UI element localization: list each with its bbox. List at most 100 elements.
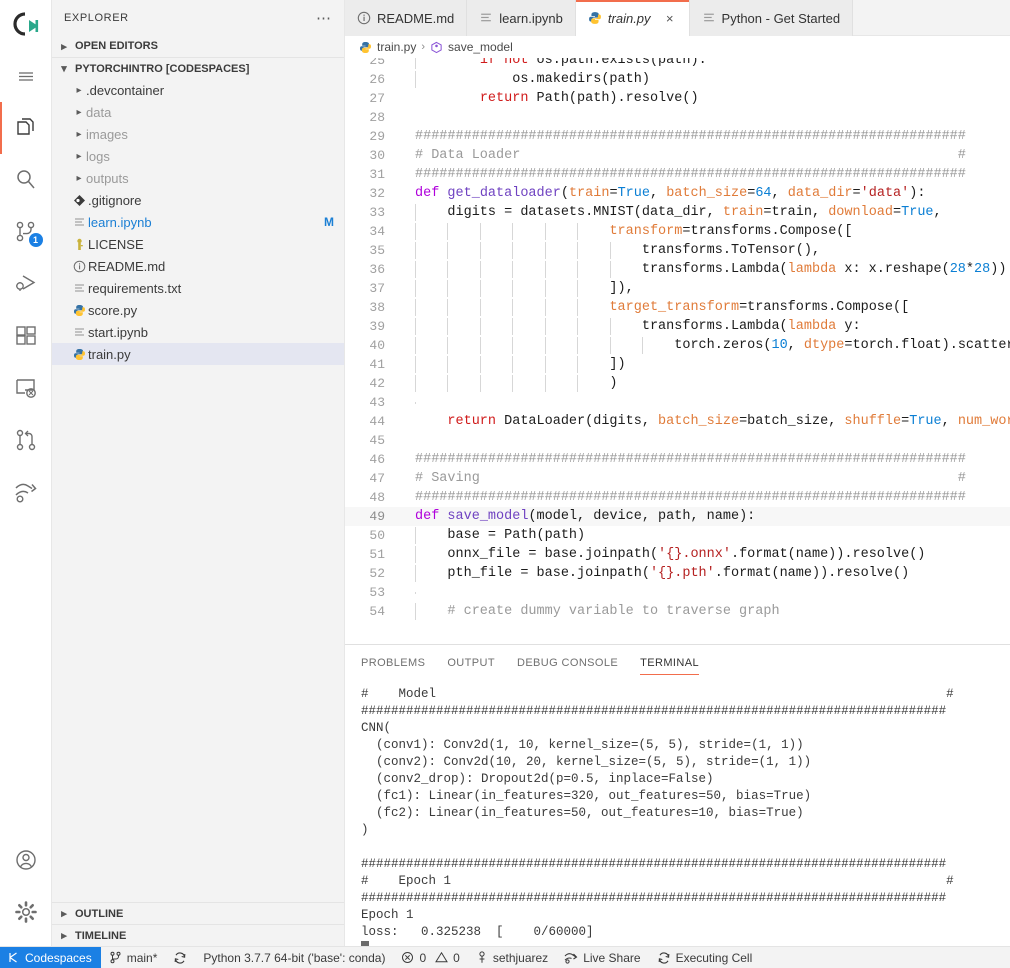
- open-editors-section[interactable]: ▸ OPEN EDITORS: [52, 35, 344, 57]
- sidebar-more-actions-icon[interactable]: ⋯: [316, 9, 332, 27]
- panel-tab-terminal[interactable]: TERMINAL: [640, 645, 699, 680]
- close-icon[interactable]: ×: [663, 11, 677, 26]
- settings-gear-icon[interactable]: [0, 886, 52, 938]
- terminal-line: CNN(: [361, 721, 392, 735]
- code-line-text: return Path(path).resolve(): [401, 91, 699, 106]
- explorer-sidebar: EXPLORER ⋯ ▸ OPEN EDITORS ▾ PYTORCHINTRO…: [52, 0, 345, 946]
- chevron-right-icon: ▸: [61, 908, 67, 920]
- code-line[interactable]: 26 os.makedirs(path): [345, 70, 1010, 89]
- indent-guide: [544, 318, 546, 335]
- code-line[interactable]: 31 ######################################…: [345, 165, 1010, 184]
- code-line[interactable]: 39 transforms.Lambda(lambda y:: [345, 317, 1010, 336]
- code-line[interactable]: 30 # Data Loader #: [345, 146, 1010, 165]
- tree-file-license[interactable]: LICENSE: [52, 233, 344, 255]
- code-line[interactable]: 50 base = Path(path): [345, 526, 1010, 545]
- status-kernel[interactable]: Executing Cell: [649, 947, 761, 968]
- code-line[interactable]: 40 torch.zeros(10, dtype=torch.float).sc…: [345, 336, 1010, 355]
- tree-file-train-py[interactable]: train.py: [52, 343, 344, 365]
- source-control-icon[interactable]: 1: [0, 206, 52, 258]
- code-line[interactable]: 41 ]): [345, 355, 1010, 374]
- indent-guide: [447, 337, 449, 354]
- status-live-share[interactable]: Live Share: [556, 947, 648, 968]
- code-line[interactable]: 38 target_transform=transforms.Compose([: [345, 298, 1010, 317]
- code-line[interactable]: 37 ]),: [345, 279, 1010, 298]
- code-token: # Data Loader #: [415, 148, 966, 163]
- terminal-output[interactable]: # Model # ###############################…: [345, 680, 1010, 946]
- tree-folder-outputs[interactable]: ▸ outputs: [52, 167, 344, 189]
- code-line[interactable]: 33 digits = datasets.MNIST(data_dir, tra…: [345, 203, 1010, 222]
- tree-file-start-ipynb[interactable]: start.ipynb: [52, 321, 344, 343]
- breadcrumb-symbol[interactable]: save_model: [448, 40, 513, 54]
- indent-guide: [447, 223, 449, 240]
- tree-folder-logs[interactable]: ▸ logs: [52, 145, 344, 167]
- indent-guide: [512, 261, 514, 278]
- code-line[interactable]: 51 onnx_file = base.joinpath('{}.onnx'.f…: [345, 545, 1010, 564]
- status-account[interactable]: sethjuarez: [468, 947, 556, 968]
- tree-file-readme[interactable]: README.md: [52, 255, 344, 277]
- tab-learn-ipynb[interactable]: learn.ipynb: [467, 0, 576, 36]
- panel-tab-problems[interactable]: PROBLEMS: [361, 645, 425, 680]
- code-line[interactable]: 46 ######################################…: [345, 450, 1010, 469]
- tab-train-py[interactable]: train.py ×: [575, 0, 690, 36]
- tree-file-score-py[interactable]: score.py: [52, 299, 344, 321]
- code-token: 'data': [860, 186, 910, 201]
- status-sync[interactable]: [165, 947, 195, 968]
- panel-tab-output[interactable]: OUTPUT: [447, 645, 495, 680]
- code-line[interactable]: 28: [345, 108, 1010, 127]
- extensions-icon[interactable]: [0, 310, 52, 362]
- live-share-icon[interactable]: [0, 466, 52, 518]
- code-token: # create dummy variable to traverse grap…: [415, 604, 780, 619]
- tree-file-requirements[interactable]: requirements.txt: [52, 277, 344, 299]
- tree-folder-data[interactable]: ▸ data: [52, 101, 344, 123]
- timeline-section[interactable]: ▸ TIMELINE: [52, 924, 344, 946]
- line-number: 29: [369, 129, 385, 144]
- project-folder-section[interactable]: ▾ PYTORCHINTRO [CODESPACES]: [52, 57, 344, 79]
- indent-guide: [512, 242, 514, 259]
- info-file-icon: [357, 11, 371, 25]
- code-line[interactable]: 47 # Saving #: [345, 469, 1010, 488]
- code-line[interactable]: 35 transforms.ToTensor(),: [345, 241, 1010, 260]
- code-editor[interactable]: 25 if not os.path.exists(path): 26 os.mak…: [345, 58, 1010, 644]
- code-token: True: [617, 186, 650, 201]
- panel-tab-debug-console[interactable]: DEBUG CONSOLE: [517, 645, 618, 680]
- line-number: 50: [369, 528, 385, 543]
- tab-python-get-started[interactable]: Python - Get Started: [689, 0, 854, 36]
- tree-file-learn-ipynb[interactable]: learn.ipynb M: [52, 211, 344, 233]
- code-line[interactable]: 52 pth_file = base.joinpath('{}.pth'.for…: [345, 564, 1010, 583]
- breadcrumb-file[interactable]: train.py: [377, 40, 416, 54]
- explorer-icon[interactable]: [0, 102, 52, 154]
- vscode-codespaces-logo: [0, 0, 52, 50]
- pull-request-icon[interactable]: [0, 414, 52, 466]
- indent-guide: [479, 375, 481, 392]
- menu-icon[interactable]: [0, 50, 52, 102]
- line-number: 47: [369, 471, 385, 486]
- code-line[interactable]: 29 ######################################…: [345, 127, 1010, 146]
- code-line[interactable]: 48 ######################################…: [345, 488, 1010, 507]
- code-line[interactable]: 25 if not os.path.exists(path):: [345, 58, 1010, 70]
- code-token: ########################################…: [415, 129, 966, 144]
- code-line[interactable]: 43: [345, 393, 1010, 412]
- outline-section[interactable]: ▸ OUTLINE: [52, 902, 344, 924]
- tree-file-gitignore[interactable]: .gitignore: [52, 189, 344, 211]
- run-debug-icon[interactable]: [0, 258, 52, 310]
- code-line[interactable]: 32 def get_dataloader(train=True, batch_s…: [345, 184, 1010, 203]
- code-line[interactable]: 54 # create dummy variable to traverse g…: [345, 602, 1010, 621]
- tree-folder-images[interactable]: ▸ images: [52, 123, 344, 145]
- code-line[interactable]: 42 ): [345, 374, 1010, 393]
- code-line[interactable]: 36 transforms.Lambda(lambda x: x.reshape…: [345, 260, 1010, 279]
- code-line[interactable]: 49 def save_model(model, device, path, na…: [345, 507, 1010, 526]
- status-remote-codespaces[interactable]: Codespaces: [0, 946, 101, 968]
- code-line[interactable]: 27 return Path(path).resolve(): [345, 89, 1010, 108]
- status-branch[interactable]: main*: [101, 947, 166, 968]
- tab-readme-md[interactable]: README.md: [345, 0, 468, 36]
- code-line[interactable]: 44 return DataLoader(digits, batch_size=…: [345, 412, 1010, 431]
- code-line[interactable]: 53: [345, 583, 1010, 602]
- remote-explorer-icon[interactable]: [0, 362, 52, 414]
- tree-folder-devcontainer[interactable]: ▸ .devcontainer: [52, 79, 344, 101]
- search-icon[interactable]: [0, 154, 52, 206]
- status-problems[interactable]: 0 0: [393, 947, 467, 968]
- status-python-interpreter[interactable]: Python 3.7.7 64-bit ('base': conda): [195, 947, 393, 968]
- code-line[interactable]: 45: [345, 431, 1010, 450]
- code-line[interactable]: 34 transform=transforms.Compose([: [345, 222, 1010, 241]
- account-icon[interactable]: [0, 834, 52, 886]
